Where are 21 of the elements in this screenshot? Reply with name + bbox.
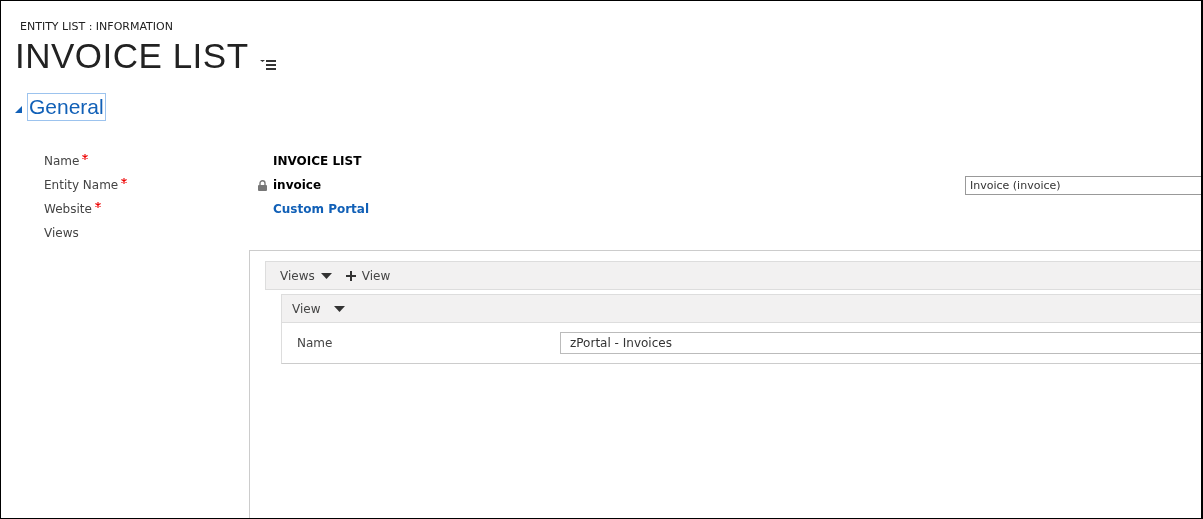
page-title: INVOICE LIST: [15, 39, 249, 73]
menu-icon[interactable]: [259, 59, 276, 70]
view-menu-button[interactable]: View: [288, 297, 350, 320]
field-label: Entity Name: [44, 178, 119, 192]
plus-icon: [345, 270, 356, 281]
breadcrumb: ENTITY LIST : INFORMATION: [20, 20, 174, 33]
entity-dropdown[interactable]: Invoice (invoice): [965, 175, 1201, 195]
field-label: Views: [44, 226, 79, 240]
field-value: INVOICE LIST: [273, 154, 362, 168]
section-title[interactable]: General: [27, 93, 106, 121]
view-name-field[interactable]: zPortal - Invoices: [560, 332, 1201, 354]
caret-icon: [320, 272, 332, 279]
field-label: Website: [44, 202, 92, 216]
views-menu-button[interactable]: Views: [276, 264, 336, 287]
caret-icon: [334, 305, 346, 312]
field-label: Name: [44, 154, 80, 168]
website-link[interactable]: Custom Portal: [273, 202, 370, 216]
add-view-button[interactable]: View: [341, 264, 395, 287]
field-label: Name: [296, 336, 334, 350]
collapse-icon[interactable]: [15, 105, 22, 113]
field-value: invoice: [273, 178, 322, 192]
